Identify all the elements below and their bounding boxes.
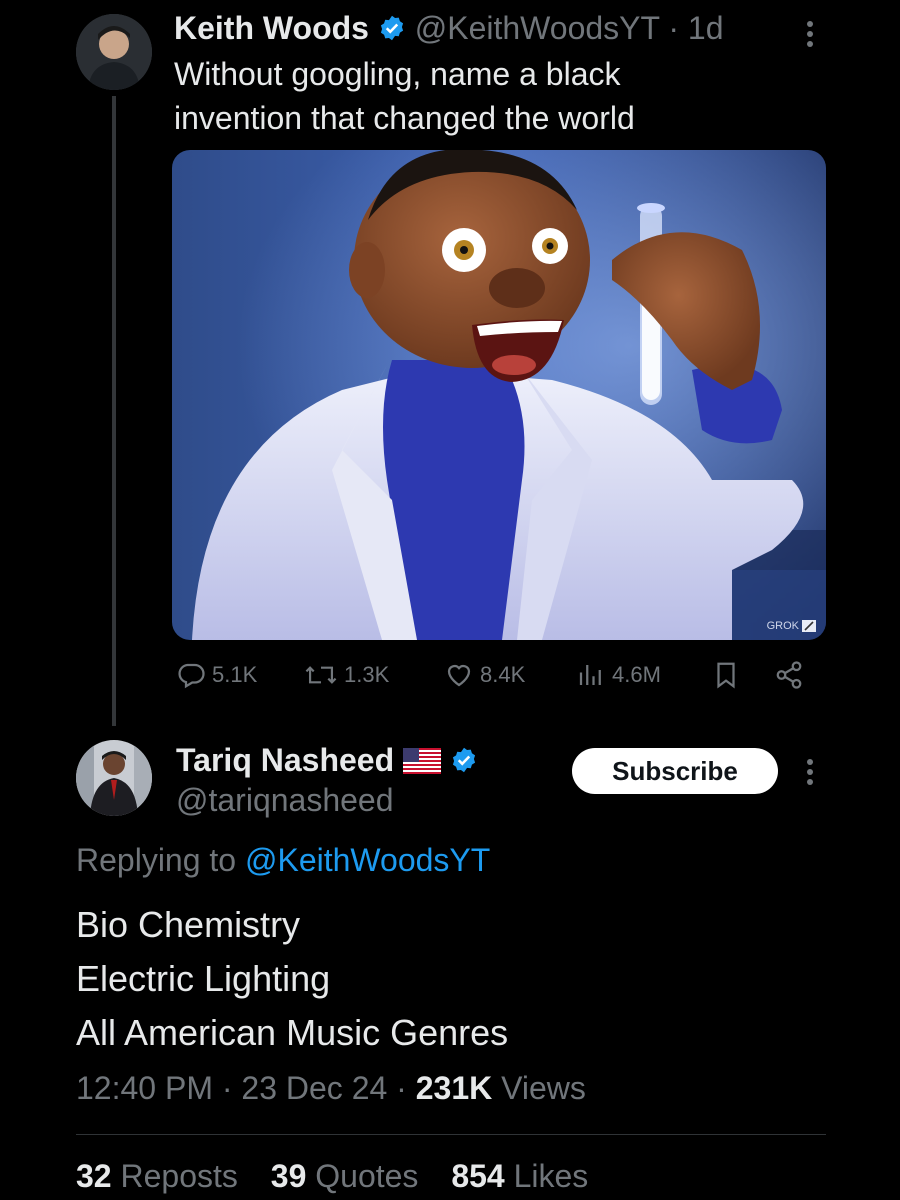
reposts-label: Reposts: [120, 1158, 238, 1194]
replying-to-handle[interactable]: @KeithWoodsYT: [245, 842, 490, 878]
tweet-text-line: Without googling, name a black: [174, 56, 621, 92]
reply-icon: [178, 663, 205, 689]
reposts-stat[interactable]: 32 Reposts: [76, 1158, 271, 1194]
author-name[interactable]: Keith Woods: [174, 10, 369, 46]
author-handle[interactable]: @KeithWoodsYT: [415, 10, 660, 46]
engagement-stats: 32 Reposts 39 Quotes 854 Likes: [76, 1158, 612, 1195]
reply-line: Electric Lighting: [76, 958, 331, 999]
like-action[interactable]: 8.4K: [444, 660, 525, 690]
avatar-keith-woods[interactable]: [76, 14, 152, 90]
grok-watermark: GROK: [767, 620, 816, 632]
tweet-time[interactable]: 1d: [688, 10, 724, 46]
subscribe-button[interactable]: Subscribe: [572, 748, 778, 794]
reply-header: Tariq Nasheed: [176, 740, 478, 783]
share-icon: [776, 661, 802, 689]
quotes-stat[interactable]: 39 Quotes: [271, 1158, 452, 1194]
likes-label: Likes: [513, 1158, 589, 1194]
quotes-label: Quotes: [315, 1158, 419, 1194]
quotes-count: 39: [270, 1158, 307, 1194]
reply-count: 5.1K: [212, 662, 258, 687]
reply-action[interactable]: 5.1K: [176, 660, 257, 690]
tweet-text: Without googling, name a black invention…: [174, 52, 635, 140]
tweet-image[interactable]: GROK: [172, 150, 826, 640]
scientist-illustration: [172, 150, 826, 640]
reply-time[interactable]: 12:40 PM: [76, 1070, 213, 1106]
share-action[interactable]: [774, 660, 804, 690]
avatar-tariq-nasheed[interactable]: [76, 740, 152, 816]
reposts-count: 32: [76, 1158, 112, 1194]
bookmark-action[interactable]: [712, 660, 740, 690]
reply-author-handle[interactable]: @tariqnasheed: [176, 782, 394, 819]
reply-author-name[interactable]: Tariq Nasheed: [176, 742, 394, 778]
reply-meta: 12:40 PM · 23 Dec 24 · 231K Views: [76, 1070, 586, 1107]
reply-line: All American Music Genres: [76, 1012, 509, 1053]
more-icon[interactable]: [800, 20, 820, 48]
repost-action[interactable]: 1.3K: [304, 660, 389, 690]
grok-label: GROK: [766, 620, 799, 632]
us-flag-icon: [403, 743, 442, 783]
repost-icon: [305, 666, 337, 684]
likes-stat[interactable]: 854 Likes: [451, 1158, 612, 1194]
like-count: 8.4K: [480, 662, 526, 687]
reply-text: Bio Chemistry Electric Lighting All Amer…: [76, 898, 508, 1060]
divider: [76, 1134, 826, 1135]
tweet-header: Keith Woods @KeithWoodsYT · 1d: [174, 8, 724, 51]
reply-views-count: 231K: [415, 1070, 493, 1106]
dot-separator: ·: [221, 1070, 233, 1106]
dot-separator: ·: [668, 10, 680, 46]
views-action[interactable]: 4.6M: [576, 660, 661, 690]
replying-to-prefix: Replying to: [76, 842, 237, 878]
tweet-text-line: invention that changed the world: [174, 100, 635, 136]
verified-badge-icon: [378, 11, 406, 51]
more-icon[interactable]: [800, 758, 820, 786]
thread-connector-line: [112, 96, 116, 726]
like-icon: [447, 664, 471, 687]
repost-count: 1.3K: [344, 662, 390, 687]
reply-views-label: Views: [501, 1070, 586, 1106]
views-icon: [579, 665, 601, 685]
bookmark-icon: [717, 662, 735, 689]
reply-line: Bio Chemistry: [76, 904, 301, 945]
likes-count: 854: [451, 1158, 505, 1194]
replying-to: Replying to @KeithWoodsYT: [76, 842, 490, 879]
verified-badge-icon: [450, 743, 478, 783]
views-count: 4.6M: [612, 662, 661, 687]
reply-date[interactable]: 23 Dec 24: [241, 1070, 387, 1106]
dot-separator: ·: [396, 1070, 407, 1106]
